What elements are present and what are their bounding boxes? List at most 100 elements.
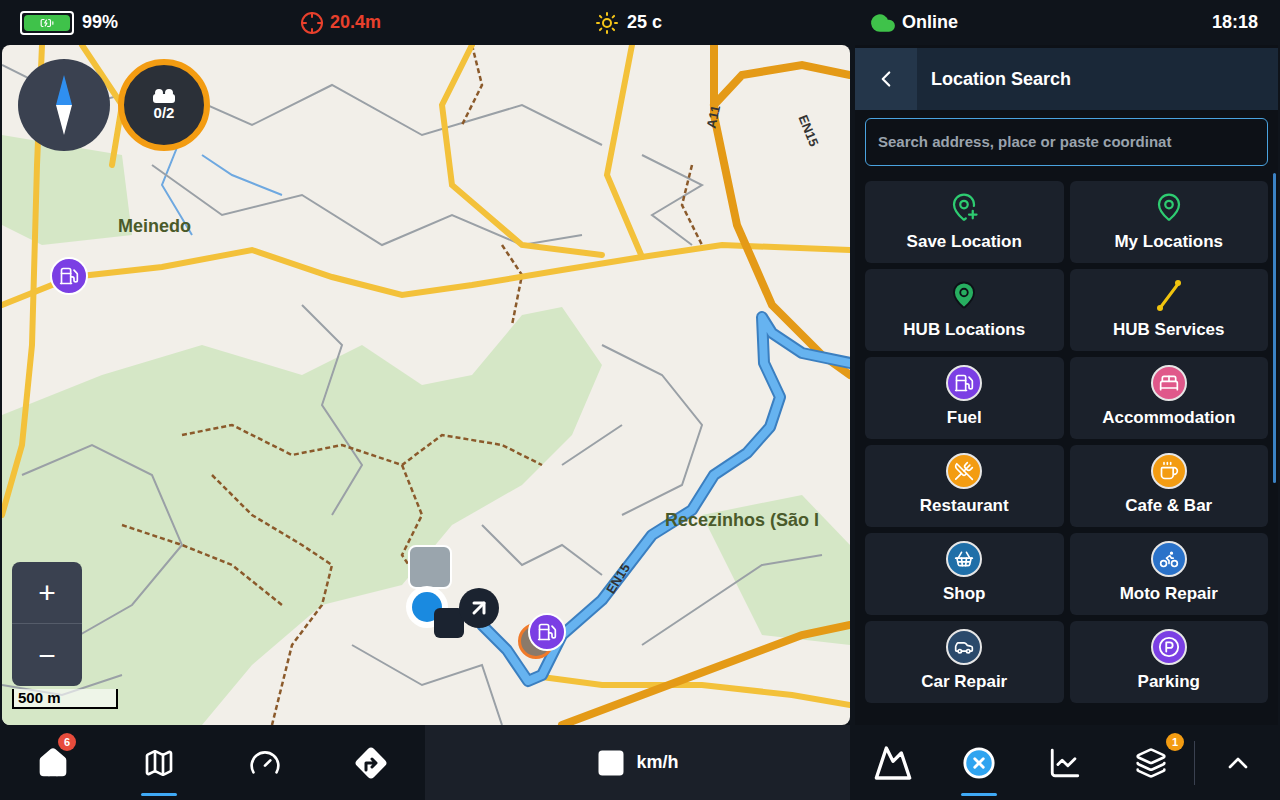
category-badge — [946, 365, 982, 401]
category-pin — [1151, 189, 1187, 225]
category-card[interactable]: Moto Repair — [1070, 533, 1269, 615]
category-pin — [946, 277, 982, 313]
road-label: A11 — [702, 103, 726, 130]
category-badge — [1151, 629, 1187, 665]
category-card[interactable]: Cafe & Bar — [1070, 445, 1269, 527]
search-input[interactable] — [878, 131, 1255, 154]
gps-icon — [300, 11, 324, 35]
battery-text: 99% — [82, 9, 118, 36]
nav-tab[interactable] — [850, 725, 936, 800]
nav-tab[interactable] — [106, 725, 212, 800]
status-bar: 99%20.4m25 cOnline18:18 — [0, 0, 1280, 45]
compass[interactable] — [18, 59, 110, 151]
tab-badge: 1 — [1166, 733, 1184, 751]
category-label: Car Repair — [921, 669, 1007, 695]
category-card[interactable]: Car Repair — [865, 621, 1064, 703]
back-button[interactable] — [855, 48, 917, 110]
save-location-icon — [949, 192, 979, 222]
arrow-icon — [467, 596, 491, 620]
zoom-out-button[interactable]: − — [12, 624, 82, 686]
category-label: HUB Services — [1113, 317, 1225, 343]
fuel-pin[interactable] — [528, 613, 566, 651]
nav-tab[interactable]: 6 — [0, 725, 106, 800]
category-label: Save Location — [907, 229, 1022, 255]
speed-box-icon — [596, 748, 626, 778]
waypoints-icon — [151, 88, 177, 104]
category-card[interactable]: Accommodation — [1070, 357, 1269, 439]
nav-tab[interactable] — [936, 725, 1022, 800]
zoom-in-button[interactable]: + — [12, 562, 82, 624]
place-label: Recezinhos (São I — [665, 507, 819, 534]
category-badge — [946, 541, 982, 577]
fuel-icon — [954, 373, 974, 393]
connection-status: Online — [902, 9, 958, 36]
chevron-up-icon — [1222, 747, 1254, 779]
utensils-icon — [954, 461, 974, 481]
category-card[interactable]: Shop — [865, 533, 1064, 615]
compass-icon — [54, 75, 74, 135]
scale-bar: 500 m — [12, 689, 118, 709]
category-label: Fuel — [947, 405, 982, 431]
category-card[interactable]: HUB Locations — [865, 269, 1064, 351]
category-label: Restaurant — [920, 493, 1009, 519]
category-label: Moto Repair — [1120, 581, 1218, 607]
tab-indicator — [961, 793, 997, 796]
panel-header: Location Search — [855, 48, 1278, 110]
charging-icon — [40, 16, 54, 30]
place-label: Meinedo — [118, 213, 191, 240]
map[interactable]: MeinedoRecezinhos (São IA11EN15EN150/2+−… — [2, 45, 850, 725]
category-card[interactable]: My Locations — [1070, 181, 1269, 263]
category-badge — [1151, 453, 1187, 489]
battery-icon — [20, 11, 74, 35]
map-icon — [143, 747, 175, 779]
category-card[interactable]: Parking — [1070, 621, 1269, 703]
expand-button[interactable] — [1195, 725, 1280, 800]
app: 99%20.4m25 cOnline18:18MeinedoRecezinhos… — [0, 0, 1280, 800]
my-locations-icon — [1154, 192, 1184, 222]
location-search-panel: Location Search Save Location My Locations… — [855, 45, 1278, 725]
photo-pin[interactable] — [408, 545, 452, 589]
category-card[interactable]: Restaurant — [865, 445, 1064, 527]
clock: 18:18 — [1212, 9, 1280, 36]
category-label: Cafe & Bar — [1125, 493, 1212, 519]
motorbike-icon — [1159, 549, 1179, 569]
fuel-icon — [537, 622, 557, 642]
cloud-icon — [870, 10, 896, 36]
nav-tab[interactable] — [318, 725, 424, 800]
home-icon — [37, 747, 69, 779]
heading-marker — [459, 588, 499, 628]
turn-sign-icon — [351, 743, 391, 783]
scrollbar[interactable] — [1273, 173, 1276, 483]
parking-icon — [1158, 636, 1180, 658]
category-pin — [1151, 277, 1187, 313]
nav-tab[interactable]: 1 — [1108, 725, 1194, 800]
tab-indicator — [141, 793, 177, 796]
category-grid: Save Location My Locations HUB Locations HU… — [865, 181, 1268, 703]
fuel-pin[interactable] — [50, 257, 88, 295]
category-label: HUB Locations — [903, 317, 1025, 343]
back-icon — [873, 66, 899, 92]
chart-icon — [1048, 746, 1082, 780]
nav-tab[interactable] — [1022, 725, 1108, 800]
road-label: EN15 — [793, 112, 823, 149]
category-label: Parking — [1138, 669, 1200, 695]
basket-icon — [954, 549, 974, 569]
counter-text: 0/2 — [154, 104, 175, 123]
category-label: Shop — [943, 581, 986, 607]
category-card[interactable]: HUB Services — [1070, 269, 1269, 351]
waypoint-counter[interactable]: 0/2 — [118, 59, 210, 151]
category-card[interactable]: Save Location — [865, 181, 1064, 263]
dashboard-icon — [249, 747, 281, 779]
category-badge — [946, 453, 982, 489]
nav-tab[interactable] — [212, 725, 318, 800]
zoom-controls: +− — [12, 562, 82, 686]
sun-icon — [595, 11, 619, 35]
panel-title: Location Search — [917, 48, 1278, 110]
category-card[interactable]: Fuel — [865, 357, 1064, 439]
route-icon — [873, 743, 913, 783]
speed-display: km/h — [425, 725, 850, 800]
category-pin — [946, 189, 982, 225]
category-label: Accommodation — [1102, 405, 1235, 431]
category-label: My Locations — [1114, 229, 1223, 255]
main-area: MeinedoRecezinhos (São IA11EN15EN150/2+−… — [0, 45, 1280, 725]
